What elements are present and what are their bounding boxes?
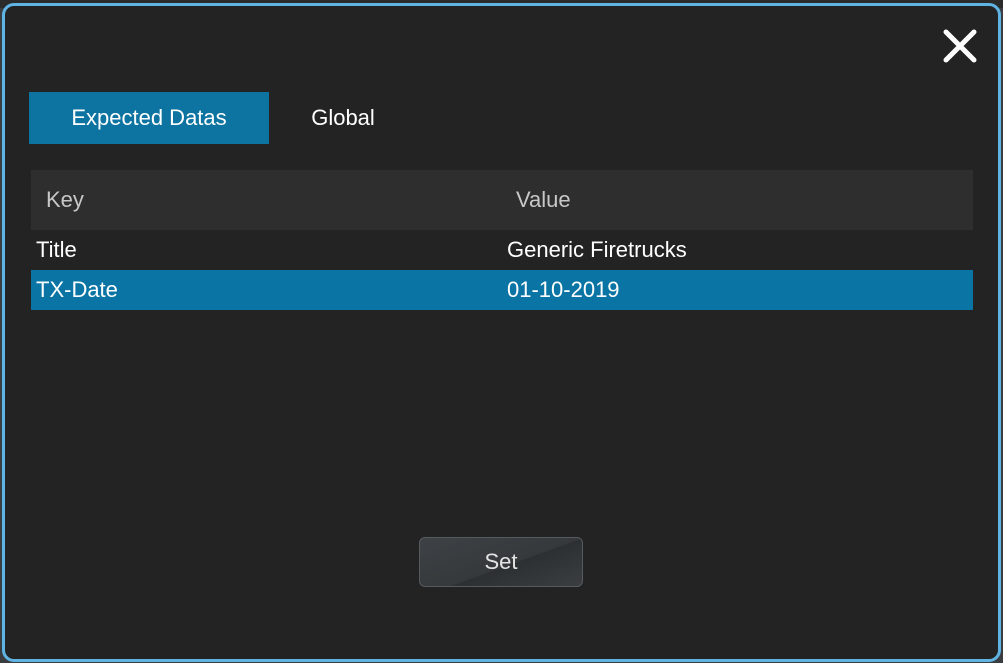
expected-data-dialog: Expected Datas Global Key Value Title Ge… bbox=[2, 3, 1001, 662]
set-button[interactable]: Set bbox=[419, 537, 583, 587]
close-icon bbox=[943, 29, 977, 63]
row-key-cell: TX-Date bbox=[36, 277, 118, 302]
column-header-value[interactable]: Value bbox=[501, 187, 571, 213]
tab-global[interactable]: Global bbox=[273, 92, 413, 144]
tab-expected-datas[interactable]: Expected Datas bbox=[29, 92, 269, 144]
row-value-cell: 01-10-2019 bbox=[507, 277, 620, 302]
row-key-cell: Title bbox=[36, 237, 77, 262]
column-header-key[interactable]: Key bbox=[31, 187, 501, 213]
row-value-cell: Generic Firetrucks bbox=[507, 237, 687, 262]
grid-header: Key Value bbox=[31, 170, 973, 230]
key-value-grid: Key Value Title Generic Firetrucks TX-Da… bbox=[31, 170, 973, 310]
close-button[interactable] bbox=[940, 26, 980, 66]
table-row[interactable]: Title Generic Firetrucks bbox=[31, 230, 973, 270]
table-row-selected[interactable]: TX-Date 01-10-2019 bbox=[31, 270, 973, 310]
